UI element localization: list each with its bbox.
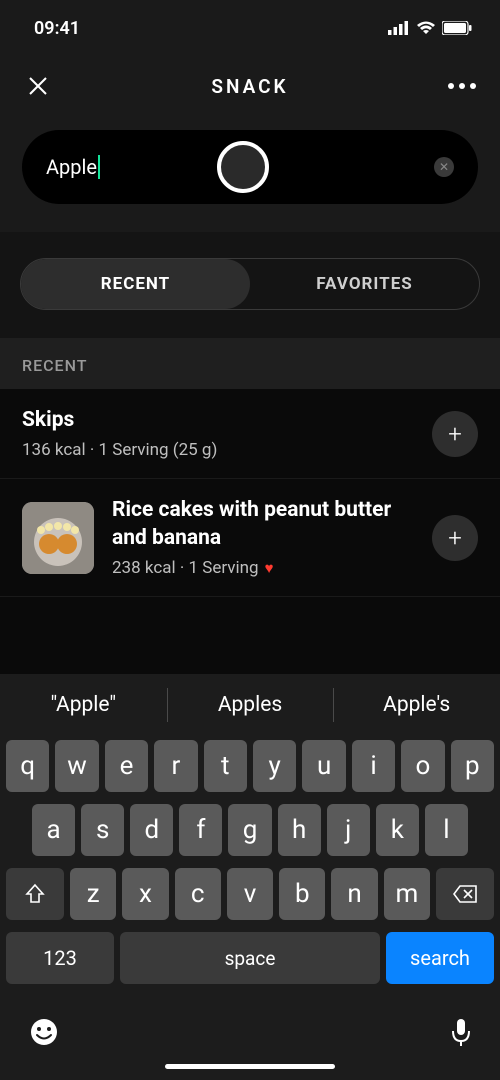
key-u[interactable]: u [302, 740, 345, 792]
key-search[interactable]: search [386, 932, 494, 984]
page-title: SNACK [52, 75, 448, 98]
key-l[interactable]: l [425, 804, 468, 856]
key-t[interactable]: t [204, 740, 247, 792]
key-e[interactable]: e [105, 740, 148, 792]
keyboard-bottom [0, 1008, 500, 1052]
list-item[interactable]: Rice cakes with peanut butter and banana… [0, 479, 500, 597]
keyboard: "Apple" Apples Apple's q w e r t y u i o… [0, 674, 500, 1080]
shift-icon [24, 883, 46, 905]
food-meta: 238 kcal · 1 Serving ♥ [112, 558, 420, 578]
add-food-button[interactable]: + [432, 411, 478, 457]
cellular-icon [388, 21, 410, 35]
tab-recent[interactable]: RECENT [21, 259, 250, 309]
list-item[interactable]: Skips 136 kcal · 1 Serving (25 g) + [0, 389, 500, 479]
key-i[interactable]: i [352, 740, 395, 792]
text-cursor [98, 155, 100, 179]
keyboard-row: a s d f g h j k l [6, 804, 494, 856]
search-value: Apple [46, 155, 97, 179]
search-input[interactable]: Apple ✕ [22, 130, 478, 204]
keyboard-row: z x c v b n m [6, 868, 494, 920]
emoji-icon[interactable] [28, 1016, 60, 1052]
status-bar: 09:41 [0, 0, 500, 56]
list-item-body: Rice cakes with peanut butter and banana… [112, 497, 420, 578]
key-p[interactable]: p [451, 740, 494, 792]
key-q[interactable]: q [6, 740, 49, 792]
key-k[interactable]: k [376, 804, 419, 856]
suggestion[interactable]: Apple's [333, 674, 500, 736]
key-g[interactable]: g [228, 804, 271, 856]
key-shift[interactable] [6, 868, 64, 920]
key-s[interactable]: s [81, 804, 124, 856]
add-food-button[interactable]: + [432, 515, 478, 561]
key-m[interactable]: m [384, 868, 430, 920]
key-h[interactable]: h [278, 804, 321, 856]
key-y[interactable]: y [253, 740, 296, 792]
key-b[interactable]: b [279, 868, 325, 920]
key-n[interactable]: n [331, 868, 377, 920]
clear-search-button[interactable]: ✕ [434, 157, 454, 177]
key-numbers[interactable]: 123 [6, 932, 114, 984]
mic-icon[interactable] [450, 1017, 472, 1051]
more-icon[interactable] [448, 83, 476, 89]
key-space[interactable]: space [120, 932, 380, 984]
key-v[interactable]: v [227, 868, 273, 920]
key-f[interactable]: f [179, 804, 222, 856]
tab-favorites[interactable]: FAVORITES [250, 259, 479, 309]
backspace-icon [452, 884, 478, 904]
header: SNACK [0, 56, 500, 120]
food-title: Rice cakes with peanut butter and banana [112, 497, 420, 552]
list-item-body: Skips 136 kcal · 1 Serving (25 g) [22, 407, 420, 460]
suggestion[interactable]: "Apple" [0, 674, 167, 736]
key-backspace[interactable] [436, 868, 494, 920]
section-header-recent: RECENT [0, 338, 500, 389]
tabs: RECENT FAVORITES [20, 258, 480, 310]
food-title: Skips [22, 407, 420, 434]
key-w[interactable]: w [55, 740, 98, 792]
keyboard-suggestions: "Apple" Apples Apple's [0, 674, 500, 736]
keyboard-rows: q w e r t y u i o p a s d f g h j k l [0, 736, 500, 1008]
search-loading-icon [217, 141, 269, 193]
tabs-container: RECENT FAVORITES [0, 232, 500, 338]
battery-icon [442, 21, 472, 35]
status-time: 09:41 [34, 18, 80, 39]
wifi-icon [416, 21, 436, 35]
keyboard-row: q w e r t y u i o p [6, 740, 494, 792]
close-icon[interactable] [24, 72, 52, 100]
suggestion[interactable]: Apples [167, 674, 334, 736]
food-meta: 136 kcal · 1 Serving (25 g) [22, 440, 420, 460]
key-o[interactable]: o [401, 740, 444, 792]
search-container: Apple ✕ [0, 120, 500, 232]
content-spacer [0, 597, 500, 674]
key-c[interactable]: c [175, 868, 221, 920]
key-a[interactable]: a [32, 804, 75, 856]
heart-icon: ♥ [265, 559, 274, 577]
food-thumbnail [22, 502, 94, 574]
status-indicators [388, 21, 472, 35]
key-d[interactable]: d [130, 804, 173, 856]
key-x[interactable]: x [122, 868, 168, 920]
key-r[interactable]: r [154, 740, 197, 792]
key-z[interactable]: z [70, 868, 116, 920]
home-indicator[interactable] [0, 1052, 500, 1080]
keyboard-row: 123 space search [6, 932, 494, 984]
key-j[interactable]: j [327, 804, 370, 856]
